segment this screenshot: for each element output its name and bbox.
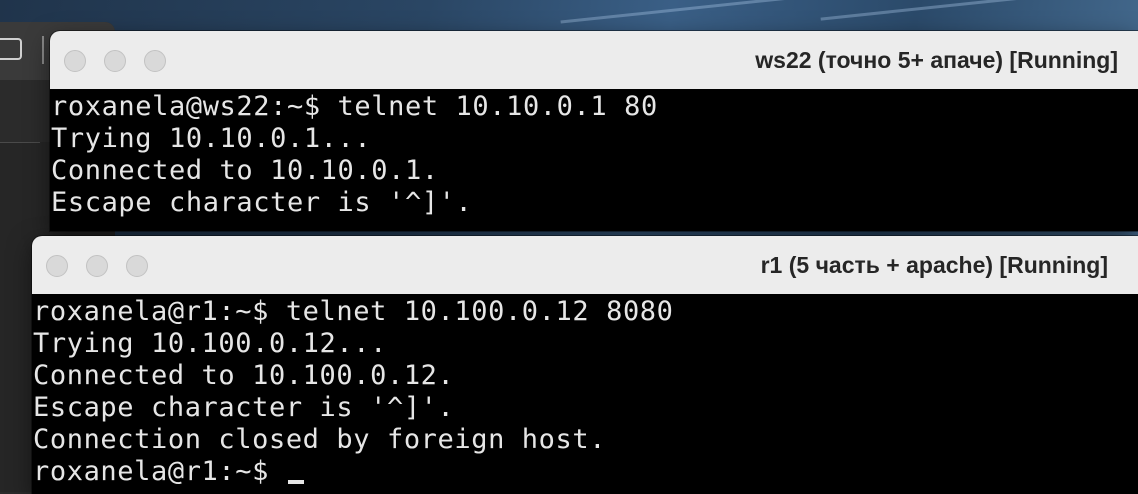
wallpaper-streak	[820, 0, 1080, 21]
terminal-console[interactable]: roxanela@r1:~$ telnet 10.100.0.12 8080 T…	[32, 294, 1138, 494]
zoom-button[interactable]	[126, 255, 148, 277]
terminal-line: roxanela@r1:~$ telnet 10.100.0.12 8080	[33, 296, 674, 327]
terminal-line: Connected to 10.100.0.12.	[33, 360, 455, 391]
close-button[interactable]	[46, 255, 68, 277]
terminal-line: Connection closed by foreign host.	[33, 424, 607, 455]
terminal-line: roxanela@ws22:~$ telnet 10.10.0.1 80	[51, 91, 658, 122]
terminal-prompt-line[interactable]: roxanela@r1:~$	[32, 456, 1138, 488]
toolbar-divider	[42, 36, 44, 64]
window-titlebar[interactable]: r1 (5 часть + apache) [Running]	[32, 236, 1138, 295]
cursor-icon	[287, 480, 304, 484]
terminal-line: Connected to 10.10.0.1.	[51, 155, 439, 186]
vm-window-r1[interactable]: r1 (5 часть + apache) [Running] roxanela…	[32, 236, 1138, 494]
window-title: ws22 (точно 5+ апаче) [Running]	[755, 47, 1118, 73]
terminal-line: Escape character is '^]'.	[33, 392, 455, 423]
terminal-line: Trying 10.100.0.12...	[33, 328, 387, 359]
terminal-console[interactable]: roxanela@ws22:~$ telnet 10.10.0.1 80 Try…	[50, 89, 1138, 231]
divider	[0, 142, 40, 143]
vm-window-ws22[interactable]: ws22 (точно 5+ апаче) [Running] roxanela…	[50, 31, 1138, 231]
wallpaper-streak	[560, 0, 800, 24]
minimize-button[interactable]	[86, 255, 108, 277]
zoom-button[interactable]	[144, 50, 166, 72]
terminal-line: Escape character is '^]'.	[51, 187, 473, 218]
terminal-line: Trying 10.10.0.1...	[51, 123, 372, 154]
close-button[interactable]	[64, 50, 86, 72]
window-title: r1 (5 часть + apache) [Running]	[760, 252, 1108, 278]
window-titlebar[interactable]: ws22 (точно 5+ апаче) [Running]	[50, 31, 1138, 90]
minimize-button[interactable]	[104, 50, 126, 72]
sidebar-toggle-icon[interactable]	[0, 38, 22, 60]
prompt-text: roxanela@r1:~$	[33, 456, 286, 487]
